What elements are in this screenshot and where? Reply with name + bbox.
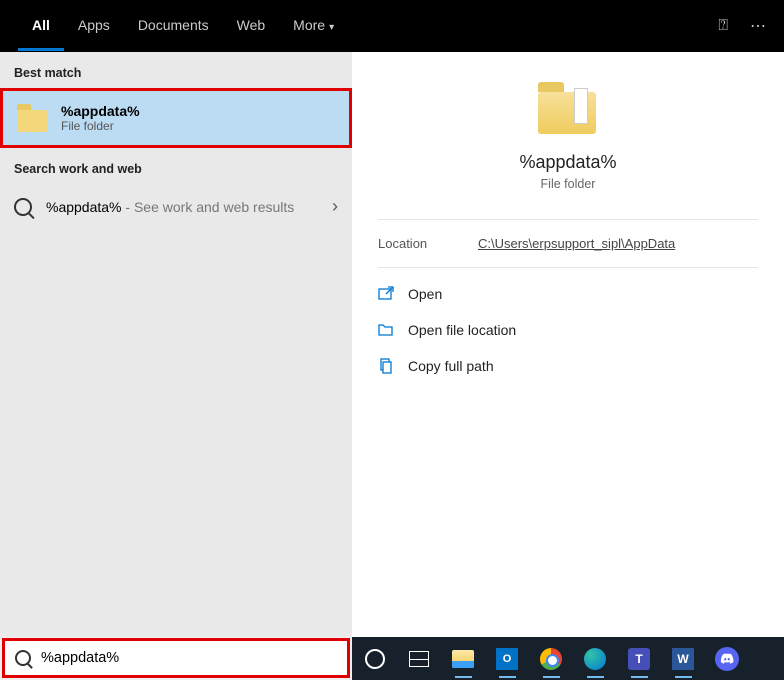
search-icon	[15, 650, 31, 666]
tab-all[interactable]: All	[18, 2, 64, 51]
preview-subtitle: File folder	[352, 177, 784, 191]
action-open[interactable]: Open	[370, 276, 766, 312]
taskbar-explorer[interactable]	[446, 642, 480, 676]
word-icon: W	[672, 648, 694, 670]
section-search-web: Search work and web	[0, 148, 352, 184]
results-pane: Best match %appdata% File folder Search …	[0, 52, 352, 637]
copy-icon	[378, 358, 394, 374]
action-copy-path[interactable]: Copy full path	[370, 348, 766, 384]
search-scope-tabs: All Apps Documents Web More▾ ⍰ ⋯	[0, 0, 784, 52]
taskbar-cortana[interactable]	[358, 642, 392, 676]
location-row: Location C:\Users\erpsupport_sipl\AppDat…	[352, 220, 784, 267]
explorer-icon	[452, 650, 474, 668]
taskbar-chrome[interactable]	[534, 642, 568, 676]
taskview-icon	[409, 651, 429, 667]
feedback-icon[interactable]: ⍰	[718, 17, 728, 35]
location-label: Location	[378, 236, 478, 251]
search-input[interactable]	[41, 650, 337, 666]
more-options-icon[interactable]: ⋯	[750, 16, 766, 36]
tab-web[interactable]: Web	[223, 2, 280, 51]
best-match-title: %appdata%	[61, 103, 140, 119]
web-search-result[interactable]: %appdata% - See work and web results ›	[0, 184, 352, 229]
outlook-icon: O	[496, 648, 518, 670]
search-box[interactable]	[2, 638, 350, 678]
web-suffix: - See work and web results	[122, 199, 295, 215]
open-icon	[378, 286, 394, 302]
search-icon	[14, 198, 32, 216]
best-match-subtitle: File folder	[61, 119, 140, 133]
tab-more[interactable]: More▾	[279, 2, 348, 51]
location-link[interactable]: C:\Users\erpsupport_sipl\AppData	[478, 236, 675, 251]
tab-apps[interactable]: Apps	[64, 2, 124, 51]
taskbar-edge[interactable]	[578, 642, 612, 676]
best-match-result[interactable]: %appdata% File folder	[0, 88, 352, 148]
taskbar-taskview[interactable]	[402, 642, 436, 676]
preview-pane: %appdata% File folder Location C:\Users\…	[352, 52, 784, 637]
taskbar-teams[interactable]: T	[622, 642, 656, 676]
chrome-icon	[540, 648, 562, 670]
taskbar: O T W	[352, 637, 784, 680]
tab-documents[interactable]: Documents	[124, 2, 223, 51]
edge-icon	[584, 648, 606, 670]
taskbar-discord[interactable]	[710, 642, 744, 676]
chevron-right-icon: ›	[332, 196, 338, 217]
section-best-match: Best match	[0, 52, 352, 88]
action-open-location[interactable]: Open file location	[370, 312, 766, 348]
chevron-down-icon: ▾	[329, 22, 334, 33]
taskbar-word[interactable]: W	[666, 642, 700, 676]
taskbar-outlook[interactable]: O	[490, 642, 524, 676]
folder-open-icon	[378, 322, 394, 338]
folder-icon	[17, 104, 49, 132]
cortana-icon	[365, 649, 385, 669]
web-query: %appdata%	[46, 199, 122, 215]
discord-icon	[715, 647, 739, 671]
teams-icon: T	[628, 648, 650, 670]
folder-icon	[538, 82, 598, 134]
preview-title: %appdata%	[352, 152, 784, 173]
